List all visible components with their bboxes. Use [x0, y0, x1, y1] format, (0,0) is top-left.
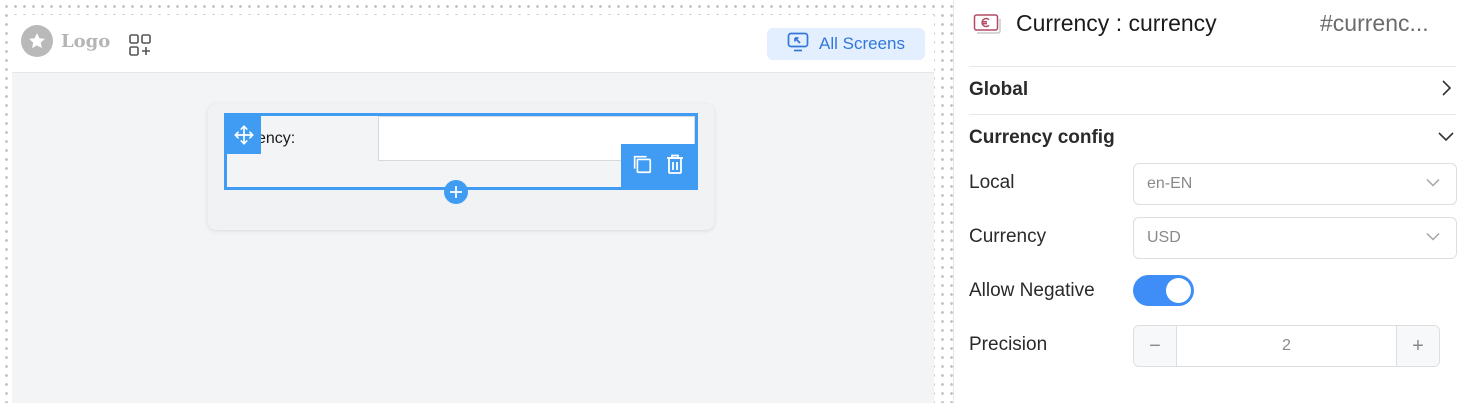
precision-label: Precision: [969, 334, 1048, 355]
copy-icon[interactable]: [631, 153, 653, 179]
component-id: #currenc...: [1320, 10, 1429, 36]
selected-currency-component[interactable]: ency:: [224, 113, 698, 190]
currency-value: USD: [1147, 229, 1181, 246]
local-value: en-EN: [1147, 175, 1193, 192]
allow-negative-label: Allow Negative: [969, 280, 1095, 301]
chevron-down-icon: [1436, 126, 1456, 150]
divider: [969, 114, 1456, 115]
toggle-knob: [1166, 278, 1191, 303]
precision-stepper: − 2 +: [1133, 325, 1440, 367]
currency-select[interactable]: USD: [1133, 217, 1457, 259]
properties-panel: Currency : currency #currenc... Global C…: [953, 0, 1470, 403]
section-title: Currency config: [969, 127, 1115, 148]
logo[interactable]: Logo: [21, 25, 110, 57]
chevron-right-icon: [1436, 78, 1456, 102]
chevron-down-icon: [1424, 227, 1442, 250]
logo-text: Logo: [61, 30, 111, 52]
allow-negative-toggle[interactable]: [1133, 275, 1194, 306]
section-title: Global: [969, 79, 1029, 100]
currency-note-icon: [973, 12, 1001, 40]
star-icon: [21, 25, 53, 57]
panel-title: Currency : currency: [1016, 10, 1217, 36]
screen-header: Logo All Screens: [12, 15, 934, 73]
add-grid-icon[interactable]: [128, 33, 152, 57]
currency-label: Currency: [969, 226, 1047, 247]
panel-header: Currency : currency #currenc...: [954, 0, 1470, 52]
chevron-down-icon: [1424, 173, 1442, 196]
precision-value[interactable]: 2: [1177, 326, 1396, 366]
plus-icon[interactable]: [444, 180, 468, 204]
component-label: ency:: [257, 130, 296, 147]
move-icon[interactable]: [227, 116, 261, 154]
precision-decrement-button[interactable]: −: [1134, 326, 1177, 366]
all-screens-button[interactable]: All Screens: [767, 28, 925, 60]
screen-icon: [787, 32, 809, 57]
all-screens-label: All Screens: [819, 34, 905, 53]
local-select[interactable]: en-EN: [1133, 163, 1457, 205]
precision-increment-button[interactable]: +: [1396, 326, 1439, 366]
section-currency-config[interactable]: Currency config: [969, 118, 1456, 158]
section-global[interactable]: Global: [969, 70, 1456, 110]
component-actions: [621, 144, 695, 187]
trash-icon[interactable]: [665, 153, 685, 179]
local-label: Local: [969, 172, 1015, 193]
design-canvas[interactable]: Logo All Screens ency:: [0, 0, 953, 403]
divider: [969, 66, 1456, 67]
